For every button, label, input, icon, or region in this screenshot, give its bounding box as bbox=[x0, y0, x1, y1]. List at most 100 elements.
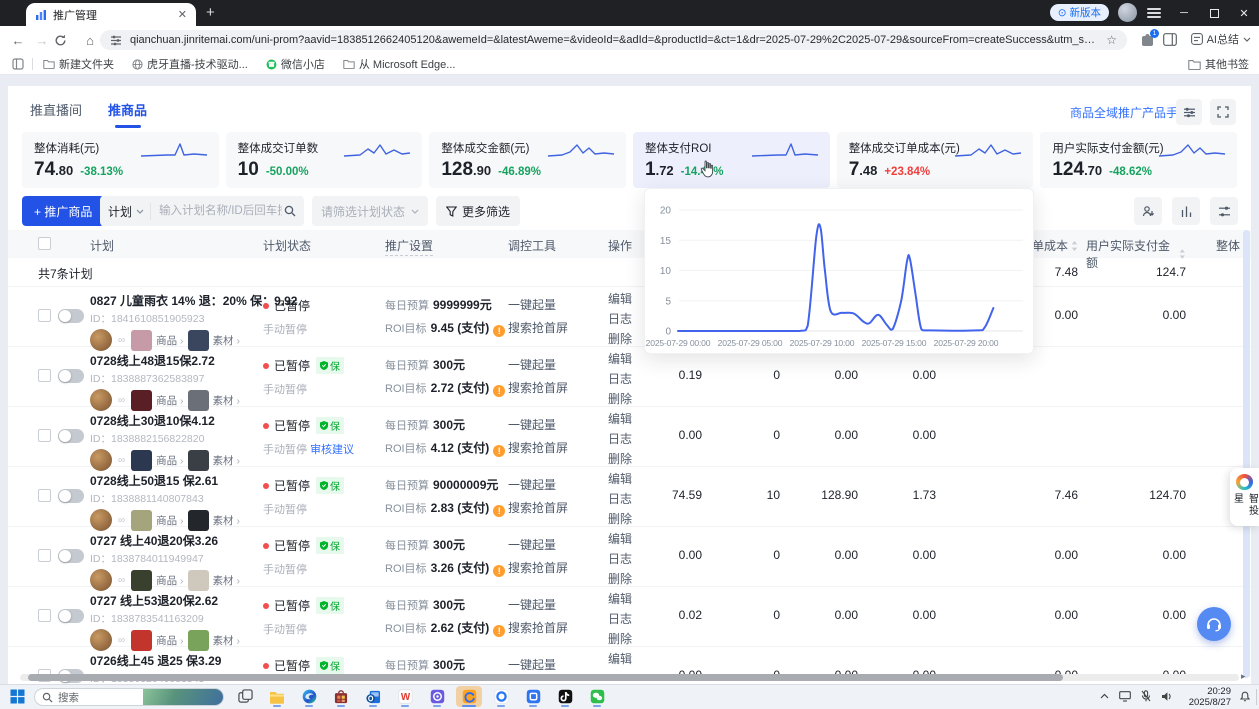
warning-icon[interactable]: ! bbox=[493, 445, 505, 457]
select-all-checkbox[interactable] bbox=[38, 237, 51, 250]
columns-icon[interactable] bbox=[1172, 197, 1200, 225]
action-link[interactable]: 删除 bbox=[608, 390, 632, 407]
plan-status-select[interactable]: 请筛选计划状态 bbox=[312, 196, 428, 226]
customer-service-button[interactable] bbox=[1197, 607, 1231, 641]
plan-enable-toggle[interactable] bbox=[58, 309, 84, 323]
bookmark-item-0[interactable]: 新建文件夹 bbox=[43, 56, 114, 72]
action-link[interactable]: 编辑 bbox=[608, 530, 632, 547]
column-header-status[interactable]: 计划状态 bbox=[263, 237, 311, 254]
search-input[interactable] bbox=[157, 204, 284, 218]
plan-title[interactable]: 0728线上50退15 保2.61 bbox=[90, 472, 260, 489]
volume-icon[interactable] bbox=[1161, 691, 1173, 702]
action-link[interactable]: 删除 bbox=[608, 450, 632, 467]
action-link[interactable]: 编辑 bbox=[608, 410, 632, 427]
warning-icon[interactable]: ! bbox=[493, 385, 505, 397]
product-manual-link[interactable]: 商品全域推广产品手册 bbox=[1070, 104, 1190, 121]
warning-icon[interactable]: ! bbox=[493, 625, 505, 637]
stat-card-1[interactable]: 整体成交订单数 10-50.00% bbox=[226, 132, 423, 188]
action-link[interactable]: 日志 bbox=[608, 310, 632, 327]
stat-card-4[interactable]: 整体成交订单成本(元) 7.48+23.84% bbox=[837, 132, 1034, 188]
bookmark-item-3[interactable]: 从 Microsoft Edge... bbox=[343, 56, 456, 72]
more-filters-button[interactable]: 更多筛选 bbox=[436, 196, 520, 226]
new-tab-button[interactable]: + bbox=[206, 4, 215, 22]
tab-close-icon[interactable]: ✕ bbox=[178, 8, 187, 21]
browser-profile-avatar[interactable] bbox=[1118, 3, 1137, 22]
horizontal-scrollbar[interactable] bbox=[20, 674, 1239, 681]
warning-icon[interactable]: ! bbox=[493, 565, 505, 577]
mic-muted-icon[interactable] bbox=[1141, 690, 1151, 702]
taskbar-search[interactable]: 搜索 bbox=[34, 688, 224, 706]
fullscreen-icon[interactable] bbox=[1210, 99, 1236, 125]
tool-link[interactable]: 搜索抢首屏 bbox=[508, 379, 568, 396]
action-link[interactable]: 编辑 bbox=[608, 650, 632, 667]
app-blue-icon[interactable] bbox=[520, 686, 546, 707]
action-link[interactable]: 删除 bbox=[608, 330, 632, 347]
show-desktop-divider[interactable] bbox=[1256, 689, 1257, 705]
action-link[interactable]: 删除 bbox=[608, 510, 632, 527]
back-icon[interactable]: ← bbox=[6, 33, 30, 48]
url-field[interactable]: qianchuan.jinritemai.com/uni-prom?aavid=… bbox=[100, 30, 1127, 50]
forward-icon[interactable]: → bbox=[30, 33, 54, 48]
edge-icon[interactable] bbox=[296, 686, 322, 707]
monitor-icon[interactable] bbox=[1119, 691, 1131, 702]
notification-icon[interactable] bbox=[1239, 690, 1251, 702]
tool-link[interactable]: 一键起量 bbox=[508, 596, 568, 613]
outlook-icon[interactable] bbox=[360, 686, 386, 707]
task-view-icon[interactable] bbox=[232, 686, 258, 707]
site-settings-icon[interactable] bbox=[110, 34, 122, 46]
tool-link[interactable]: 一键起量 bbox=[508, 476, 568, 493]
column-header-actions[interactable]: 操作 bbox=[608, 237, 632, 254]
export-icon[interactable] bbox=[1134, 197, 1162, 225]
side-panel-icon[interactable] bbox=[1163, 33, 1177, 46]
tool-link[interactable]: 搜索抢首屏 bbox=[508, 439, 568, 456]
tool-link[interactable]: 一键起量 bbox=[508, 296, 568, 313]
tool-link[interactable]: 搜索抢首屏 bbox=[508, 319, 568, 336]
other-bookmarks-folder[interactable]: 其他书签 bbox=[1188, 56, 1249, 72]
warning-icon[interactable]: ! bbox=[493, 505, 505, 517]
bookmark-star-icon[interactable]: ☆ bbox=[1106, 33, 1117, 47]
plan-title[interactable]: 0827 儿童雨衣 14% 退：20% 保：9.92 bbox=[90, 292, 260, 309]
bookmark-item-2[interactable]: 微信小店 bbox=[266, 56, 325, 72]
vertical-scrollbar[interactable] bbox=[1243, 230, 1250, 678]
plan-title[interactable]: 0727 线上53退20保2.62 bbox=[90, 592, 260, 609]
action-link[interactable]: 编辑 bbox=[608, 350, 632, 367]
tab-product-promotion[interactable]: 推商品 bbox=[108, 100, 147, 128]
row-checkbox[interactable] bbox=[38, 609, 51, 622]
action-link[interactable]: 删除 bbox=[608, 630, 632, 647]
create-promotion-button[interactable]: + 推广商品 bbox=[22, 196, 104, 226]
new-version-badge[interactable]: ⊙新版本 bbox=[1050, 4, 1109, 21]
home-icon[interactable]: ⌂ bbox=[78, 33, 102, 48]
store-icon[interactable] bbox=[328, 686, 354, 707]
ai-summary-button[interactable]: AI总结 bbox=[1191, 31, 1251, 47]
browser-tab[interactable]: 推广管理 ✕ bbox=[26, 3, 196, 26]
plan-enable-toggle[interactable] bbox=[58, 489, 84, 503]
review-suggestion-link[interactable]: 审核建议 bbox=[310, 444, 354, 456]
plan-enable-toggle[interactable] bbox=[58, 609, 84, 623]
action-link[interactable]: 编辑 bbox=[608, 290, 632, 307]
stat-card-3[interactable]: 整体支付ROI 1.72-14.43% bbox=[633, 132, 830, 188]
tab-live-room-promotion[interactable]: 推直播间 bbox=[30, 100, 82, 128]
qianchuan-icon[interactable] bbox=[456, 686, 482, 707]
row-checkbox[interactable] bbox=[38, 549, 51, 562]
plan-title[interactable]: 0728线上48退15保2.72 bbox=[90, 352, 260, 369]
column-settings-icon[interactable] bbox=[1210, 197, 1238, 225]
column-header-tools[interactable]: 调控工具 bbox=[508, 237, 556, 254]
app-blue-circle-icon[interactable] bbox=[488, 686, 514, 707]
tray-chevron-icon[interactable] bbox=[1100, 693, 1109, 699]
stat-card-0[interactable]: 整体消耗(元) 74.80-38.13% bbox=[22, 132, 219, 188]
row-checkbox[interactable] bbox=[38, 429, 51, 442]
assistant-widget[interactable]: 智投星 bbox=[1230, 468, 1259, 526]
app-purple-icon[interactable] bbox=[424, 686, 450, 707]
start-button[interactable] bbox=[10, 689, 25, 704]
stat-card-5[interactable]: 用户实际支付金额(元) 124.70-48.62% bbox=[1040, 132, 1237, 188]
action-link[interactable]: 编辑 bbox=[608, 590, 632, 607]
search-type-select[interactable]: 计划 bbox=[108, 203, 151, 220]
tool-link[interactable]: 一键起量 bbox=[508, 356, 568, 373]
row-checkbox[interactable] bbox=[38, 489, 51, 502]
wechat-icon[interactable] bbox=[584, 686, 610, 707]
tool-link[interactable]: 一键起量 bbox=[508, 656, 556, 673]
extension-icon[interactable]: 1 bbox=[1141, 33, 1155, 47]
plan-enable-toggle[interactable] bbox=[58, 369, 84, 383]
tool-link[interactable]: 一键起量 bbox=[508, 536, 568, 553]
column-header-plan[interactable]: 计划 bbox=[90, 237, 114, 254]
